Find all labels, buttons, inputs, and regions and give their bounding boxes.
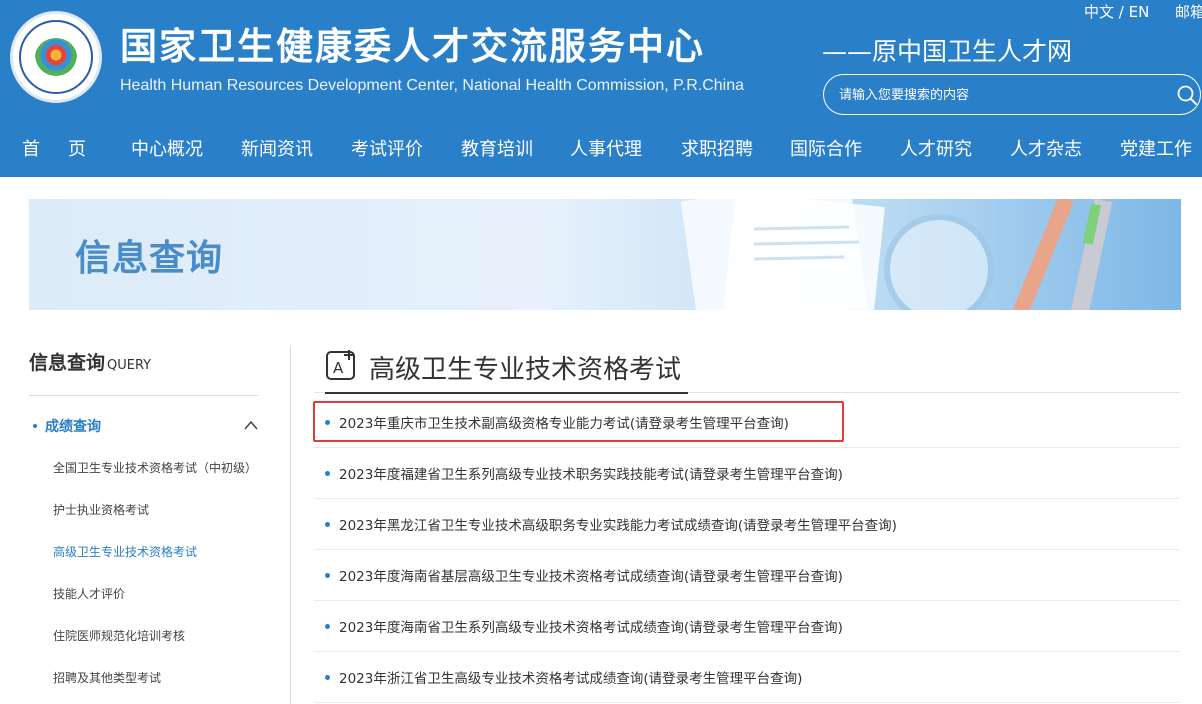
nav-item-hr-agency[interactable]: 人事代理 (570, 135, 642, 161)
sidebar-category-label: 成绩查询 (45, 419, 101, 435)
sidebar-title-text: 信息查询 (29, 352, 106, 374)
list-item[interactable]: 2023年度福建省卫生系列高级专业技术职务实践技能考试(请登录考生管理平台查询) (314, 448, 1180, 499)
bullet-icon (325, 471, 330, 476)
nav-item-exams[interactable]: 考试评价 (351, 135, 423, 161)
sidebar-category-scores[interactable]: 成绩查询 (29, 415, 259, 437)
logo-emblem (35, 38, 77, 76)
site-title-en: Health Human Resources Development Cente… (120, 77, 744, 94)
list-item-link[interactable]: 2023年浙江省卫生高级专业技术资格考试成绩查询(请登录考生管理平台查询) (339, 667, 802, 687)
bullet-icon (325, 675, 330, 680)
nav-item-party[interactable]: 党建工作 (1120, 135, 1192, 161)
nav-item-international[interactable]: 国际合作 (790, 135, 862, 161)
list-item-link[interactable]: 2023年度海南省基层高级卫生专业技术资格考试成绩查询(请登录考生管理平台查询) (339, 565, 843, 585)
list-item-link[interactable]: 2023年黑龙江省卫生专业技术高级职务专业实践能力考试成绩查询(请登录考生管理平… (339, 514, 897, 534)
nav-item-jobs[interactable]: 求职招聘 (681, 135, 753, 161)
list-item-link[interactable]: 2023年度海南省卫生系列高级专业技术资格考试成绩查询(请登录考生管理平台查询) (339, 616, 843, 636)
bullet-icon (325, 522, 330, 527)
search-box (823, 74, 1201, 115)
nav-item-news[interactable]: 新闻资讯 (241, 135, 313, 161)
sidebar-item-senior-exam[interactable]: 高级卫生专业技术资格考试 (53, 543, 197, 560)
banner-title: 信息查询 (75, 238, 224, 279)
sidebar-item-recruitment[interactable]: 招聘及其他类型考试 (53, 669, 161, 686)
nav-item-home[interactable]: 首页 (22, 135, 114, 161)
page-banner: 信息查询 (29, 199, 1181, 310)
site-title-cn: 国家卫生健康委人才交流服务中心 (120, 25, 705, 68)
svg-text:A: A (333, 359, 344, 377)
nav-item-research[interactable]: 人才研究 (900, 135, 972, 161)
bullet-icon (325, 573, 330, 578)
list-item-link[interactable]: 2023年度福建省卫生系列高级专业技术职务实践技能考试(请登录考生管理平台查询) (339, 463, 843, 483)
language-switch[interactable]: 中文 / EN (1084, 1, 1149, 22)
site-logo[interactable] (10, 11, 102, 103)
section-title-underline (325, 392, 688, 394)
site-subtitle: ——原中国卫生人才网 (822, 37, 1073, 66)
text-edit-icon: A (326, 350, 355, 380)
mailbox-link[interactable]: 邮箱 (1175, 1, 1202, 22)
sidebar-item-residency[interactable]: 住院医师规范化培训考核 (53, 627, 185, 644)
nav-item-magazine[interactable]: 人才杂志 (1010, 135, 1082, 161)
sidebar-title: 信息查询 QUERY (29, 348, 151, 375)
sidebar-divider (29, 395, 258, 396)
column-divider (290, 345, 291, 704)
site-header: 国家卫生健康委人才交流服务中心 Health Human Resources D… (0, 0, 1202, 177)
sidebar-item-skills[interactable]: 技能人才评价 (53, 585, 125, 602)
list-item[interactable]: 2023年黑龙江省卫生专业技术高级职务专业实践能力考试成绩查询(请登录考生管理平… (314, 499, 1180, 550)
highlight-annotation (313, 401, 844, 442)
list-item[interactable]: 2023年浙江省卫生高级专业技术资格考试成绩查询(请登录考生管理平台查询) (314, 652, 1180, 703)
sidebar-item-national-exam[interactable]: 全国卫生专业技术资格考试（中初级） (53, 459, 257, 476)
chevron-up-icon[interactable] (243, 419, 259, 431)
bullet-icon (33, 424, 37, 428)
sidebar-title-en: QUERY (107, 358, 152, 373)
search-input[interactable] (839, 85, 1159, 105)
search-icon[interactable] (1176, 84, 1198, 106)
list-item[interactable]: 2023年度海南省卫生系列高级专业技术资格考试成绩查询(请登录考生管理平台查询) (314, 601, 1180, 652)
nav-item-about[interactable]: 中心概况 (131, 135, 203, 161)
section-title: 高级卫生专业技术资格考试 (369, 355, 682, 385)
main-nav: 首页 中心概况 新闻资讯 考试评价 教育培训 人事代理 求职招聘 国际合作 人才… (0, 130, 1202, 166)
bullet-icon (325, 624, 330, 629)
sidebar-item-nurse-exam[interactable]: 护士执业资格考试 (53, 501, 149, 518)
list-item[interactable]: 2023年度海南省基层高级卫生专业技术资格考试成绩查询(请登录考生管理平台查询) (314, 550, 1180, 601)
nav-item-education[interactable]: 教育培训 (461, 135, 533, 161)
